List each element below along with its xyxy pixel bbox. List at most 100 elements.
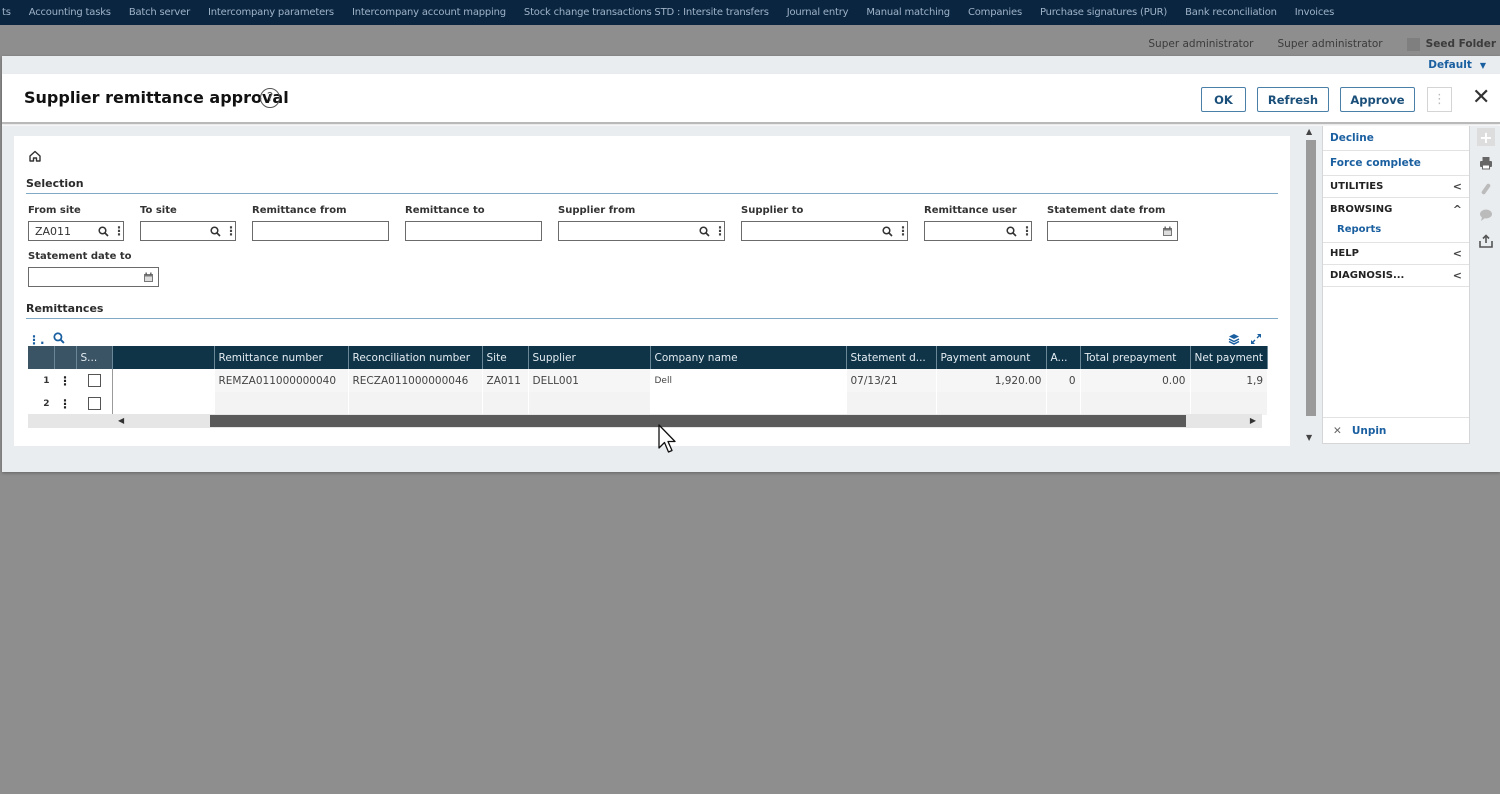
decline-action[interactable]: Decline [1323,126,1469,151]
nav-tab-bank-reconciliation[interactable]: Bank reconciliation [1176,7,1286,18]
remittance-number-cell[interactable] [214,392,349,415]
column-header-site[interactable]: Site [482,346,529,369]
search-icon[interactable] [698,225,710,237]
company-name-cell[interactable] [650,392,847,415]
column-header-supplier[interactable]: Supplier [528,346,651,369]
reconciliation-number-cell[interactable] [348,392,483,415]
supplier-from-field[interactable]: ⋮ [558,221,726,241]
statement-date-from-field[interactable] [1047,221,1178,241]
chevron-up-icon[interactable]: ^ [1453,203,1462,216]
search-icon[interactable] [881,225,893,237]
nav-tab-invoices[interactable]: Invoices [1286,7,1343,18]
from-site-field[interactable]: ZA011 ⋮ [28,221,125,241]
user-role[interactable]: Super administrator [1278,38,1383,50]
column-header-remittance-number[interactable]: Remittance number [214,346,349,369]
browsing-header[interactable]: BROWSING ^ [1323,198,1469,220]
supplier-cell[interactable]: DELL001 [528,369,651,392]
add-icon[interactable]: + [1477,128,1495,147]
force-complete-action[interactable]: Force complete [1323,151,1469,176]
chevron-left-icon[interactable]: < [1453,180,1462,193]
row-select-checkbox[interactable] [87,374,101,387]
nav-tab-companies[interactable]: Companies [959,7,1031,18]
approve-button[interactable]: Approve [1340,87,1415,112]
chevron-left-icon[interactable]: < [1453,247,1462,260]
column-header-a[interactable]: A... [1046,346,1081,369]
comment-icon[interactable] [1477,206,1495,224]
column-header-reconciliation-number[interactable]: Reconciliation number [348,346,483,369]
refresh-button[interactable]: Refresh [1257,87,1329,112]
caret-down-icon[interactable]: ▼ [1480,61,1486,70]
total-prepayment-cell[interactable]: 0.00 [1080,369,1191,392]
supplier-to-field[interactable]: ⋮ [741,221,909,241]
supplier-cell[interactable] [528,392,651,415]
a-cell[interactable] [1046,392,1081,415]
help-icon[interactable]: ? [260,88,280,108]
more-options-icon[interactable]: ⋮ [1021,225,1033,237]
column-header-statement-date[interactable]: Statement d... [846,346,937,369]
remittance-number-cell[interactable]: REMZA011000000040 [214,369,349,392]
scroll-up-arrow[interactable]: ▲ [1306,127,1312,136]
site-cell[interactable]: ZA011 [482,369,529,392]
row-select-checkbox[interactable] [87,397,101,410]
from-site-value[interactable]: ZA011 [35,225,97,238]
nav-tab[interactable]: ts [0,7,20,18]
net-payment-cell[interactable]: 1,9 [1190,369,1269,392]
a-cell[interactable]: 0 [1046,369,1081,392]
nav-tab-manual-matching[interactable]: Manual matching [857,7,959,18]
table-row[interactable]: 2 ⋮ [28,392,1269,415]
column-header-total-prepayment[interactable]: Total prepayment [1080,346,1191,369]
search-icon[interactable] [209,225,221,237]
close-button[interactable]: ✕ [1472,85,1490,111]
vertical-scrollbar-thumb[interactable] [1306,140,1316,416]
attachment-icon[interactable] [1477,180,1495,198]
help-group[interactable]: HELP < [1323,243,1469,265]
statement-date-cell[interactable] [846,392,937,415]
diagnosis-group[interactable]: DIAGNOSIS... < [1323,265,1469,287]
vertical-scrollbar[interactable]: ▲ ▼ [1304,126,1318,444]
column-header-company-name[interactable]: Company name [650,346,847,369]
profile-selector[interactable]: Default [1428,59,1472,71]
utilities-group[interactable]: UTILITIES < [1323,176,1469,198]
grid-search-icon[interactable] [52,332,65,347]
remittance-from-field[interactable] [252,221,389,241]
unpin-button[interactable]: ✕ Unpin [1323,417,1469,443]
user-name[interactable]: Super administrator [1148,38,1253,50]
column-header-net-payment[interactable]: Net payment [1190,346,1269,369]
statement-date-cell[interactable]: 07/13/21 [846,369,937,392]
row-menu-icon[interactable]: ⋮ [54,369,77,392]
chevron-left-icon[interactable]: < [1453,269,1462,282]
to-site-field[interactable]: ⋮ [140,221,237,241]
nav-tab-batch-server[interactable]: Batch server [120,7,199,18]
payment-amount-cell[interactable]: 1,920.00 [936,369,1047,392]
export-icon[interactable] [1477,232,1495,250]
company-name-cell[interactable]: Dell [650,369,847,392]
payment-amount-cell[interactable] [936,392,1047,415]
nav-tab-journal-entry[interactable]: Journal entry [778,7,858,18]
nav-tab-stock-change-transactions[interactable]: Stock change transactions STD : Intersit… [515,7,778,18]
row-menu-icon[interactable]: ⋮ [54,392,77,415]
scroll-left-arrow[interactable]: ◀ [118,416,124,425]
column-header-select[interactable]: S... [76,346,113,369]
nav-tab-purchase-signatures[interactable]: Purchase signatures (PUR) [1031,7,1176,18]
more-actions-button[interactable]: ⋮ [1427,87,1452,112]
more-options-icon[interactable]: ⋮ [714,225,726,237]
horizontal-scrollbar[interactable]: ◀ ▶ [28,414,1262,428]
print-icon[interactable] [1477,154,1495,172]
grid-menu-icon[interactable]: ⋮. [28,333,45,347]
scroll-down-arrow[interactable]: ▼ [1306,433,1312,442]
remittance-to-field[interactable] [405,221,542,241]
more-options-icon[interactable]: ⋮ [897,225,909,237]
search-icon[interactable] [1005,225,1017,237]
ok-button[interactable]: OK [1201,87,1246,112]
home-icon[interactable] [28,149,42,163]
reconciliation-number-cell[interactable]: RECZA011000000046 [348,369,483,392]
calendar-icon[interactable] [142,271,154,283]
calendar-icon[interactable] [1161,225,1173,237]
table-row[interactable]: 1 ⋮ REMZA011000000040 RECZA011000000046 … [28,369,1269,392]
more-options-icon[interactable]: ⋮ [113,225,125,237]
column-header-payment-amount[interactable]: Payment amount [936,346,1047,369]
nav-tab-intercompany-account-mapping[interactable]: Intercompany account mapping [343,7,515,18]
more-options-icon[interactable]: ⋮ [225,225,237,237]
scrollbar-thumb[interactable] [210,415,1186,427]
net-payment-cell[interactable] [1190,392,1269,415]
